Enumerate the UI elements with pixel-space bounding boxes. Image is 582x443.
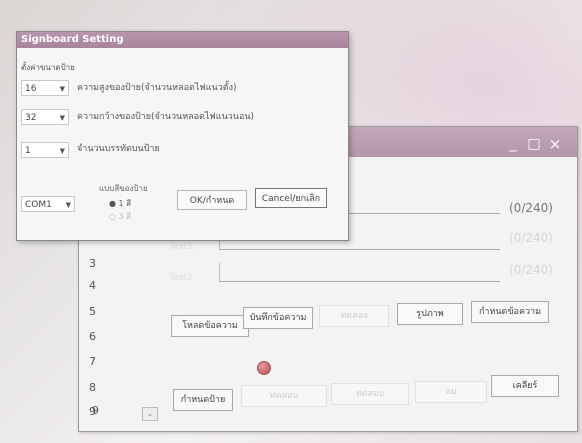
cancel-button[interactable]: Cancel/ยกเลิก bbox=[255, 188, 327, 208]
radio-one-color[interactable]: ● 1 สี bbox=[109, 197, 131, 210]
signboard-setting-dialog: Signboard Setting ตั้งค่าขนาดป้าย 16 ▼ ค… bbox=[16, 31, 349, 241]
disabled-button[interactable]: ทดสอบ bbox=[331, 383, 409, 405]
lines-select[interactable]: 1 ▼ bbox=[21, 142, 69, 158]
lines-label: จำนวนบรรทัดบนป้าย bbox=[77, 144, 160, 154]
color-type-label: แบบสีของป้าย bbox=[99, 184, 148, 193]
dialog-title: Signboard Setting bbox=[17, 32, 348, 48]
row-number: 7 bbox=[89, 355, 96, 368]
set-sign-button[interactable]: กำหนดป้าย bbox=[173, 389, 233, 411]
image-button[interactable]: รูปภาพ bbox=[397, 303, 463, 325]
chevron-down-icon: ▼ bbox=[59, 85, 65, 93]
minimize-button[interactable]: _ bbox=[504, 136, 522, 152]
com-port-value: COM1 bbox=[25, 200, 52, 210]
radio-unselected-icon: ○ bbox=[109, 212, 119, 221]
clear-button[interactable]: เคลียร์ bbox=[491, 375, 559, 397]
row-number: 5 bbox=[89, 305, 96, 318]
height-select[interactable]: 16 ▼ bbox=[21, 80, 69, 96]
width-label: ความกว้างของป้าย(จำนวนหลอดไฟแนวนอน) bbox=[77, 112, 255, 122]
close-button[interactable]: × bbox=[546, 136, 564, 152]
text-field-3[interactable] bbox=[219, 263, 500, 282]
width-value: 32 bbox=[25, 113, 37, 123]
line-label: Text2 bbox=[169, 273, 193, 283]
row-number: 6 bbox=[89, 330, 96, 343]
scroll-down-icon[interactable]: ⌄ bbox=[142, 407, 158, 421]
radio-selected-icon: ● bbox=[109, 199, 119, 208]
row-number: 3 bbox=[89, 257, 96, 270]
ok-button[interactable]: OK/กำหนด bbox=[177, 190, 247, 210]
char-counter: (0/240) bbox=[509, 263, 553, 277]
radio-three-color-label: 3 สี bbox=[118, 212, 132, 221]
size-group-label: ตั้งค่าขนาดป้าย bbox=[21, 63, 75, 72]
char-counter: (0/240) bbox=[509, 201, 553, 215]
row-number: 4 bbox=[89, 279, 96, 292]
radio-three-color[interactable]: ○ 3 สี bbox=[109, 210, 131, 223]
load-text-button[interactable]: โหลดข้อความ bbox=[171, 315, 249, 337]
chevron-down-icon: ▼ bbox=[59, 114, 65, 122]
disabled-button[interactable]: ทดสอบ bbox=[241, 385, 327, 407]
status-led bbox=[257, 361, 271, 375]
set-text-button[interactable]: กำหนดข้อความ bbox=[471, 301, 549, 323]
width-select[interactable]: 32 ▼ bbox=[21, 109, 69, 125]
chevron-down-icon: ▼ bbox=[65, 201, 71, 209]
line-label: Text1 bbox=[169, 242, 193, 252]
test-button[interactable]: ทดลอง bbox=[319, 305, 389, 327]
maximize-button[interactable]: □ bbox=[525, 136, 543, 152]
save-text-button[interactable]: บันทึกข้อความ bbox=[243, 307, 313, 329]
chevron-down-icon: ▼ bbox=[59, 147, 65, 155]
com-port-select[interactable]: COM1 ▼ bbox=[21, 196, 75, 212]
radio-one-color-label: 1 สี bbox=[118, 199, 132, 208]
disabled-button[interactable]: ลบ bbox=[415, 381, 487, 403]
height-value: 16 bbox=[25, 84, 37, 94]
row-number: 9 bbox=[92, 404, 99, 417]
char-counter: (0/240) bbox=[509, 231, 553, 245]
height-label: ความสูงของป้าย(จำนวนหลอดไฟแนวตั้ง) bbox=[77, 83, 237, 93]
row-number: 8 bbox=[89, 381, 96, 394]
lines-value: 1 bbox=[25, 146, 31, 156]
